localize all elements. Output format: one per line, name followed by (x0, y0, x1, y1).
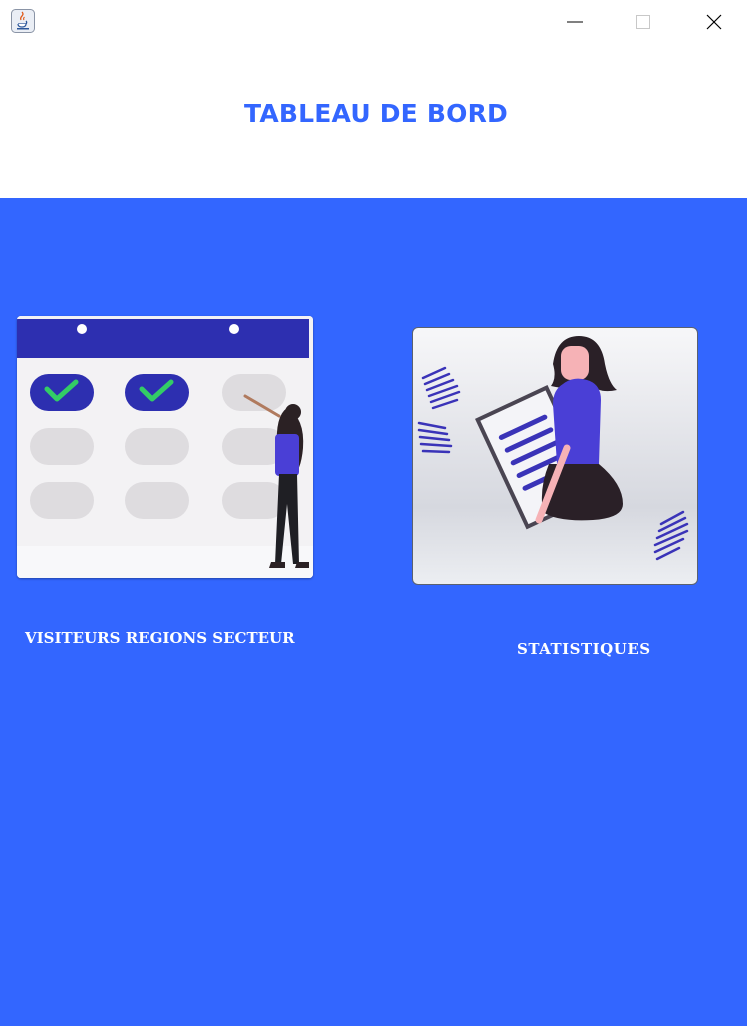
page-title: TABLEAU DE BORD (244, 99, 508, 128)
java-icon (11, 9, 35, 33)
statistics-tile-button[interactable] (412, 327, 698, 585)
calendar-illustration (17, 316, 313, 578)
maximize-icon (636, 15, 650, 29)
minimize-button[interactable] (552, 0, 598, 44)
maximize-button[interactable] (620, 0, 666, 44)
statistics-tile-label: STATISTIQUES (517, 640, 651, 658)
visitors-tile-button[interactable] (17, 316, 313, 578)
visitors-tile-label: VISITEURS REGIONS SECTEUR (25, 629, 295, 647)
minimize-icon (567, 21, 583, 23)
statistics-illustration (417, 336, 689, 561)
close-icon (706, 14, 722, 30)
close-button[interactable] (691, 0, 737, 44)
title-bar (0, 0, 747, 44)
